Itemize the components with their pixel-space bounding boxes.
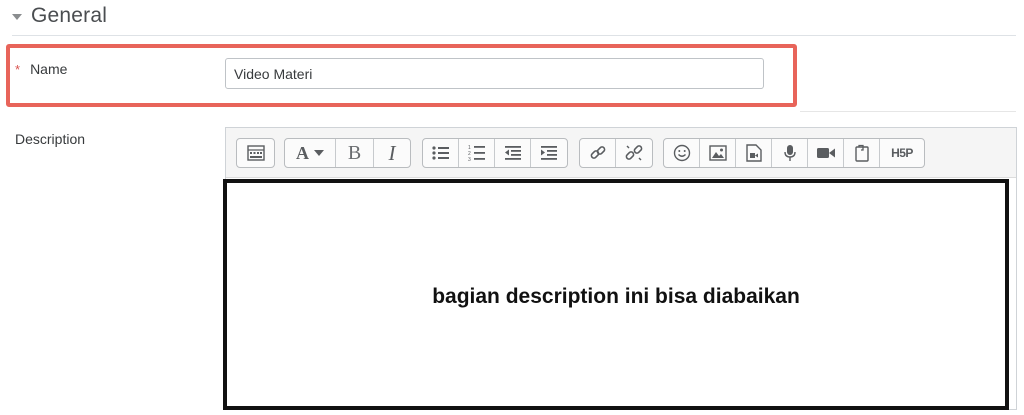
italic-button[interactable]: I [374, 139, 410, 167]
h5p-icon: H5P [891, 146, 913, 160]
outdent-button[interactable] [495, 139, 531, 167]
toolbar-group-collapse [236, 138, 275, 168]
record-video-button[interactable] [808, 139, 844, 167]
h5p-button[interactable]: H5P [880, 139, 924, 167]
section-title: General [31, 4, 108, 27]
ordered-list-button[interactable]: 1 2 3 [459, 139, 495, 167]
dropdown-caret-icon [314, 150, 324, 156]
section-divider [12, 35, 1016, 36]
editor-content-area[interactable]: bagian description ini bisa diabaikan [223, 179, 1009, 410]
collapse-caret-icon [12, 14, 22, 20]
toolbar-group-links [579, 138, 653, 168]
media-button[interactable] [736, 139, 772, 167]
toolbar-toggle-icon [246, 145, 265, 161]
record-video-icon [816, 148, 835, 158]
font-style-icon: A [296, 142, 309, 163]
emoji-icon [673, 144, 690, 162]
name-label-text: Name [30, 61, 68, 77]
toolbar-group-text-style: A B I [284, 138, 411, 168]
unordered-list-button[interactable] [423, 139, 459, 167]
toolbar-toggle-button[interactable] [237, 139, 274, 167]
indent-button[interactable] [531, 139, 567, 167]
name-input[interactable] [225, 58, 764, 89]
name-label: * Name [15, 61, 67, 77]
manage-files-icon [854, 144, 869, 162]
outdent-icon [504, 146, 521, 160]
row-divider [800, 111, 1016, 112]
manage-files-button[interactable] [844, 139, 880, 167]
record-audio-button[interactable] [772, 139, 808, 167]
record-audio-icon [783, 145, 796, 161]
bold-button[interactable]: B [336, 139, 374, 167]
emoji-button[interactable] [664, 139, 700, 167]
svg-text:3: 3 [468, 157, 471, 162]
italic-icon: I [388, 140, 396, 165]
indent-icon [541, 146, 557, 160]
image-icon [708, 145, 727, 161]
unordered-list-icon [431, 146, 449, 160]
ordered-list-icon: 1 2 3 [468, 145, 485, 162]
unlink-button[interactable] [616, 139, 652, 167]
image-button[interactable] [700, 139, 736, 167]
description-label: Description [15, 131, 86, 147]
unlink-icon [625, 145, 643, 161]
bold-icon: B [347, 141, 362, 164]
font-style-button[interactable]: A [285, 139, 336, 167]
editor-content-text: bagian description ini bisa diabaikan [432, 284, 800, 308]
link-icon [590, 146, 605, 159]
description-editor: A B I 1 2 3 H5P bagian description ini b… [223, 127, 1017, 410]
toolbar-group-lists: 1 2 3 [422, 138, 568, 168]
media-icon [745, 144, 762, 162]
editor-toolbar: A B I 1 2 3 H5P [226, 128, 1016, 178]
toolbar-group-media: H5P [663, 138, 925, 168]
link-button[interactable] [580, 139, 616, 167]
section-general-toggle[interactable]: General [12, 2, 107, 30]
required-icon: * [15, 61, 21, 77]
